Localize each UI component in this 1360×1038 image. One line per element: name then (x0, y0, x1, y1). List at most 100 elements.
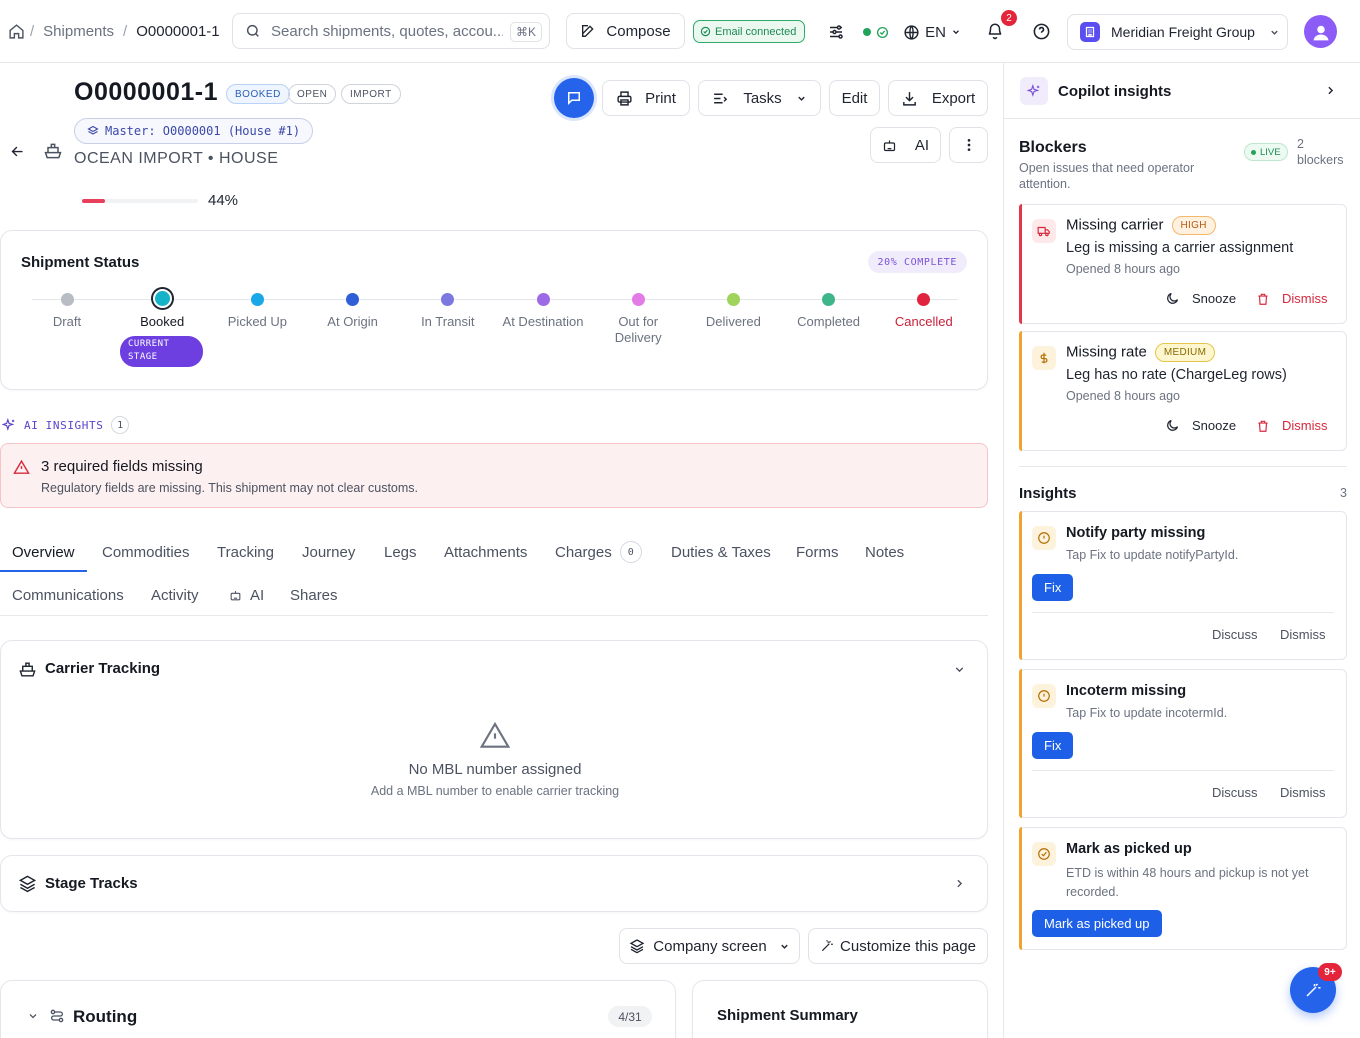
snooze-button[interactable]: Snooze (1165, 418, 1236, 433)
stage-dot (152, 289, 172, 308)
check-circle-icon (700, 26, 711, 37)
language-selector[interactable]: EN (904, 20, 960, 44)
stage-tracks-card[interactable]: Stage Tracks (0, 855, 988, 912)
search-box[interactable]: ⌘K (232, 13, 550, 49)
required-fields-alert[interactable]: 3 required fields missing Regulatory fie… (0, 443, 988, 508)
blockers-count-number: 2 (1297, 137, 1304, 151)
discuss-button[interactable]: Discuss (1212, 785, 1258, 800)
chat-button[interactable] (554, 78, 594, 118)
compose-icon (580, 23, 596, 39)
back-arrow-icon[interactable] (8, 142, 26, 160)
stage-completed[interactable]: Completed (781, 293, 877, 330)
search-input[interactable] (271, 22, 503, 40)
insights-count: 3 (1340, 486, 1347, 500)
filters-icon[interactable] (826, 22, 846, 42)
help-icon[interactable] (1031, 21, 1051, 41)
dismiss-label: Dismiss (1282, 418, 1328, 433)
print-label: Print (645, 89, 676, 107)
more-options-button[interactable] (949, 127, 988, 163)
stage-at-origin[interactable]: At Origin (305, 293, 401, 330)
stage-label: Booked (140, 314, 185, 329)
print-button[interactable]: Print (602, 80, 690, 116)
organization-selector[interactable]: Meridian Freight Group (1067, 14, 1288, 50)
company-screen-selector[interactable]: Company screen (619, 928, 800, 964)
dismiss-button[interactable]: Dismiss (1256, 418, 1328, 433)
ai-insights-label: AI INSIGHTS (24, 418, 104, 432)
tab-label: AI (250, 586, 265, 604)
tasks-button[interactable]: Tasks (698, 80, 821, 116)
tab-journey[interactable]: Journey (302, 541, 355, 563)
compose-button[interactable]: Compose (566, 13, 685, 49)
alert-title: 3 required fields missing (41, 458, 203, 475)
dismiss-button[interactable]: Dismiss (1280, 627, 1326, 642)
breadcrumb-current: O0000001-1 (136, 23, 220, 40)
blockers-title: Blockers (1019, 139, 1087, 156)
tab-tracking[interactable]: Tracking (217, 541, 274, 563)
copilot-header[interactable]: Copilot insights (1004, 63, 1360, 119)
route-icon (49, 1008, 65, 1024)
master-link[interactable]: Master: O0000001 (House #1) (74, 118, 314, 144)
email-status-text: Email connected (715, 25, 797, 38)
chevron-down-icon[interactable] (953, 663, 966, 676)
snooze-button[interactable]: Snooze (1165, 291, 1236, 306)
user-avatar[interactable] (1304, 15, 1337, 48)
tab-charges[interactable]: Charges 0 (555, 541, 642, 563)
info-circle-icon (1032, 684, 1056, 708)
shipment-status-title: Shipment Status (21, 254, 140, 271)
dismiss-button[interactable]: Dismiss (1280, 785, 1326, 800)
home-icon[interactable] (7, 22, 25, 40)
stage-cancelled[interactable]: Cancelled (876, 293, 972, 330)
tab-legs[interactable]: Legs (384, 541, 417, 563)
tab-duties-taxes[interactable]: Duties & Taxes (671, 541, 771, 563)
warning-triangle-icon (13, 459, 30, 476)
breadcrumb-shipments[interactable]: Shipments (43, 23, 114, 40)
blockers-count-word: blockers (1297, 153, 1344, 167)
customize-label: Customize this page (840, 937, 976, 955)
tab-label: Journey (302, 543, 356, 561)
stage-label: Completed (797, 314, 861, 329)
insight-text: Tap Fix to update incotermId. (1066, 706, 1228, 720)
dismiss-button[interactable]: Dismiss (1256, 291, 1328, 306)
charges-count-badge: 0 (619, 541, 642, 563)
stage-in-transit[interactable]: In Transit (400, 293, 496, 330)
insight-card-mark-picked-up: Mark as picked up ETD is within 48 hours… (1019, 827, 1347, 950)
layers-icon (18, 874, 37, 893)
stage-draft[interactable]: Draft (19, 293, 115, 330)
edit-button[interactable]: Edit (829, 80, 880, 116)
tab-notes[interactable]: Notes (865, 541, 904, 563)
list-icon (712, 90, 729, 107)
bell-icon[interactable] (985, 21, 1005, 41)
discuss-button[interactable]: Discuss (1212, 627, 1258, 642)
fix-button[interactable]: Fix (1032, 574, 1074, 601)
ai-button[interactable]: AI (870, 127, 941, 163)
ship-icon (18, 660, 37, 679)
tab-label: Notes (865, 543, 905, 561)
insight-title: Incoterm missing (1066, 683, 1187, 699)
tab-ai[interactable]: AI (229, 585, 264, 605)
tab-overview[interactable]: Overview (12, 541, 75, 563)
stage-label: Picked Up (227, 314, 288, 329)
insight-divider (1032, 770, 1334, 771)
tab-label: Attachments (444, 543, 528, 561)
language-label: EN (925, 23, 946, 41)
tab-commodities[interactable]: Commodities (102, 541, 190, 563)
export-button[interactable]: Export (888, 80, 988, 116)
alert-text: Regulatory fields are missing. This ship… (41, 481, 419, 495)
tab-activity[interactable]: Activity (151, 585, 199, 605)
tab-attachments[interactable]: Attachments (444, 541, 527, 563)
tab-shares[interactable]: Shares (290, 585, 338, 605)
tab-communications[interactable]: Communications (12, 585, 124, 605)
customize-page-button[interactable]: Customize this page (808, 928, 988, 964)
stage-at-destination[interactable]: At Destination (495, 293, 591, 330)
stage-picked-up[interactable]: Picked Up (209, 293, 305, 330)
tab-forms[interactable]: Forms (796, 541, 839, 563)
stage-label: At Destination (502, 314, 584, 329)
chevron-down-icon[interactable] (27, 1010, 39, 1022)
tag-booked: BOOKED (226, 84, 290, 104)
more-vertical-icon (967, 139, 970, 151)
fix-button[interactable]: Fix (1032, 732, 1074, 759)
stage-booked[interactable]: Booked (114, 289, 210, 330)
stage-delivered[interactable]: Delivered (685, 293, 781, 330)
stage-out-for-delivery[interactable]: Out for Delivery (590, 293, 686, 346)
mark-picked-up-button[interactable]: Mark as picked up (1032, 910, 1162, 937)
